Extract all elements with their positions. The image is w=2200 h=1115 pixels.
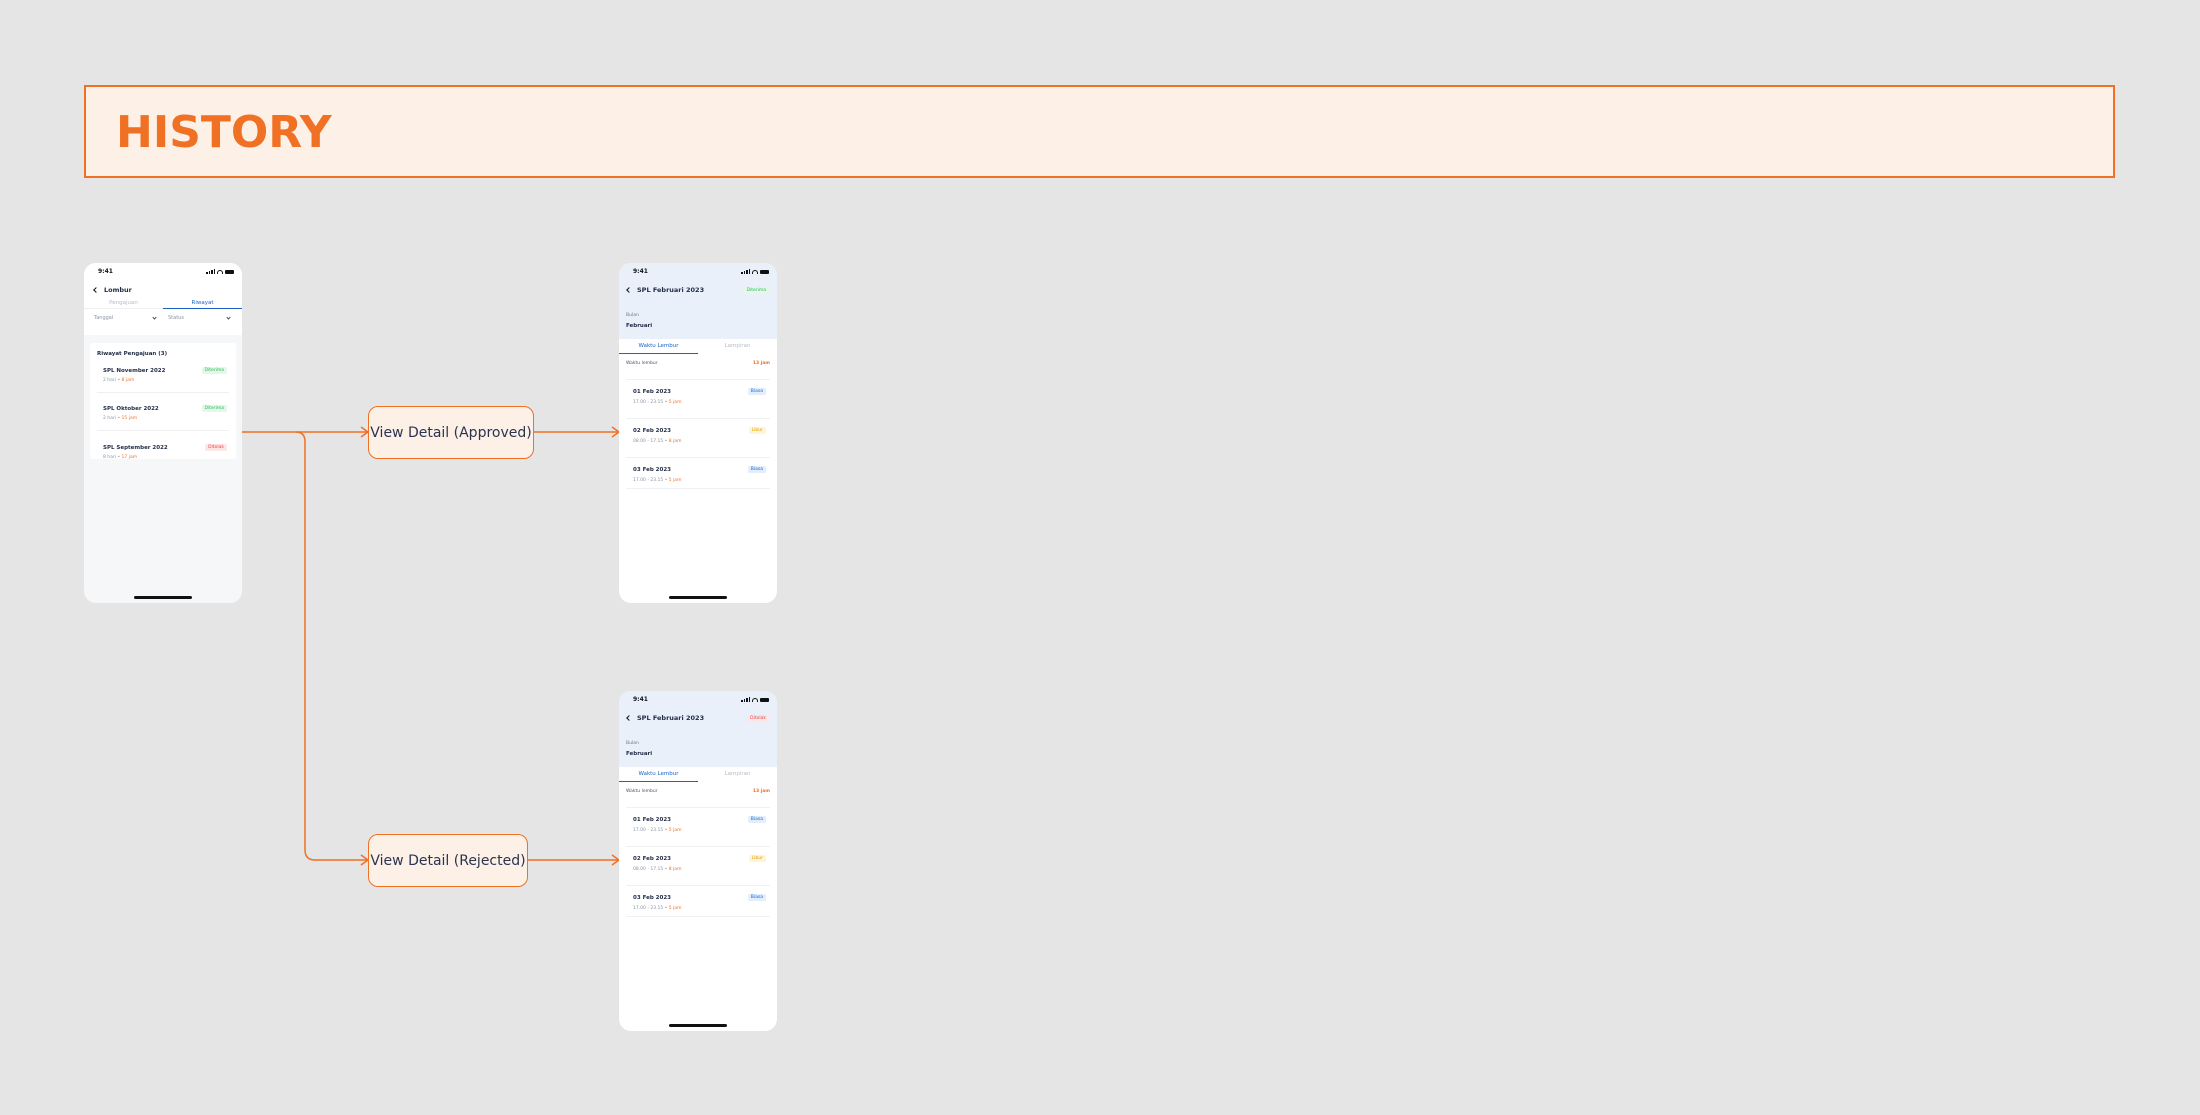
- detail-tabs: Waktu Lembur Lampiran: [619, 767, 777, 782]
- entry-type-badge: Biasa: [747, 466, 766, 473]
- status-badge: Diterima: [201, 405, 227, 412]
- total-overtime-label: Waktu lembur: [626, 789, 658, 794]
- entry-range: 17.00 - 23.15 • 5 jam: [633, 828, 682, 833]
- entry-date: 03 Feb 2023: [633, 895, 671, 901]
- status-time: 9:41: [633, 696, 648, 703]
- connector-list-to-rejected: [295, 431, 368, 861]
- item-name: SPL September 2022: [103, 445, 168, 451]
- overtime-entry[interactable]: 02 Feb 2023 08.00 - 17.15 • 8 jam Libur: [626, 846, 770, 878]
- status-bar: 9:41: [619, 263, 777, 279]
- status-bar: 9:41: [619, 691, 777, 707]
- tab-lampiran[interactable]: Lampiran: [698, 339, 777, 353]
- back-icon[interactable]: [626, 715, 632, 721]
- status-badge: Diterima: [201, 367, 227, 374]
- entry-date: 02 Feb 2023: [633, 856, 671, 862]
- month-label: Bulan: [626, 313, 639, 318]
- back-icon[interactable]: [93, 287, 99, 293]
- month-label: Bulan: [626, 741, 639, 746]
- entry-range: 08.00 - 17.15 • 8 jam: [633, 439, 682, 444]
- home-indicator: [134, 596, 192, 599]
- signal-icon: [741, 269, 750, 274]
- signal-icon: [741, 697, 750, 702]
- entry-type-badge: Biasa: [747, 894, 766, 901]
- detail-rejected-screen: 9:41 SPL Februari 2023 Ditolak Bulan Feb…: [619, 691, 777, 1031]
- home-indicator: [669, 596, 727, 599]
- entry-range: 17.00 - 23.15 • 5 jam: [633, 400, 682, 405]
- month-value: Februari: [626, 323, 653, 329]
- month-value: Februari: [626, 751, 653, 757]
- status-badge: Ditolak: [747, 715, 769, 722]
- overtime-entry[interactable]: 03 Feb 2023 17.00 - 23.15 • 5 jam Biasa: [626, 885, 770, 917]
- date-filter-label: Tanggal: [94, 315, 114, 321]
- item-summary: 2 hari • 15 jam: [103, 416, 138, 421]
- item-name: SPL November 2022: [103, 368, 166, 374]
- entry-type-badge: Biasa: [747, 816, 766, 823]
- filter-row: Tanggal Status: [84, 314, 242, 321]
- entry-date: 02 Feb 2023: [633, 428, 671, 434]
- status-bar: 9:41: [84, 263, 242, 279]
- detail-tabs: Waktu Lembur Lampiran: [619, 339, 777, 354]
- history-list-screen: 9:41 Lombur Pengajuan Riwayat Tanggal St…: [84, 263, 242, 603]
- entry-type-badge: Libur: [748, 855, 766, 862]
- overtime-entry[interactable]: 01 Feb 2023 17.00 - 23.15 • 5 jam Biasa: [626, 807, 770, 839]
- item-summary: 2 hari • 8 jam: [103, 378, 135, 383]
- list-tabs: Pengajuan Riwayat: [84, 299, 242, 309]
- screen-title: Lombur: [104, 286, 132, 294]
- item-name: SPL Oktober 2022: [103, 406, 159, 412]
- date-filter-dropdown[interactable]: Tanggal: [94, 314, 158, 321]
- tab-waktu-lembur[interactable]: Waktu Lembur: [619, 339, 698, 354]
- overtime-entry[interactable]: 02 Feb 2023 08.00 - 17.15 • 8 jam Libur: [626, 418, 770, 450]
- overtime-entry[interactable]: 03 Feb 2023 17.00 - 23.15 • 5 jam Biasa: [626, 457, 770, 489]
- wifi-icon: [752, 269, 758, 274]
- entry-type-badge: Libur: [748, 427, 766, 434]
- status-time: 9:41: [633, 268, 648, 275]
- wifi-icon: [752, 697, 758, 702]
- list-item[interactable]: SPL Oktober 2022 2 hari • 15 jam Diterim…: [97, 399, 229, 431]
- status-filter-label: Status: [168, 315, 184, 321]
- tab-riwayat[interactable]: Riwayat: [163, 299, 242, 309]
- tab-pengajuan[interactable]: Pengajuan: [84, 299, 163, 308]
- detail-title: SPL Februari 2023: [637, 286, 705, 294]
- overtime-entry[interactable]: 01 Feb 2023 17.00 - 23.15 • 5 jam Biasa: [626, 379, 770, 411]
- tab-waktu-lembur[interactable]: Waktu Lembur: [619, 767, 698, 782]
- status-badge: Diterima: [743, 287, 769, 294]
- view-detail-rejected-node[interactable]: View Detail (Rejected): [368, 834, 528, 887]
- entry-date: 03 Feb 2023: [633, 467, 671, 473]
- section-title: Riwayat Pengajuan (3): [97, 351, 168, 357]
- chevron-down-icon: [152, 314, 157, 320]
- chevron-down-icon: [226, 314, 231, 320]
- battery-icon: [760, 697, 769, 702]
- entry-date: 01 Feb 2023: [633, 389, 671, 395]
- entry-range: 17.00 - 23.15 • 5 jam: [633, 906, 682, 911]
- battery-icon: [225, 269, 234, 274]
- detail-title: SPL Februari 2023: [637, 714, 705, 722]
- entry-date: 01 Feb 2023: [633, 817, 671, 823]
- detail-nav-header: SPL Februari 2023: [626, 286, 705, 294]
- battery-icon: [760, 269, 769, 274]
- signal-icon: [206, 269, 215, 274]
- list-nav-header: Lombur: [93, 286, 132, 294]
- list-item[interactable]: SPL November 2022 2 hari • 8 jam Diterim…: [97, 361, 229, 393]
- wifi-icon: [217, 269, 223, 274]
- list-item[interactable]: SPL September 2022 8 hari • 17 jam Ditol…: [97, 438, 229, 470]
- total-overtime-label: Waktu lembur: [626, 361, 658, 366]
- entry-type-badge: Biasa: [747, 388, 766, 395]
- detail-nav-header: SPL Februari 2023: [626, 714, 705, 722]
- total-overtime-value: 13 jam: [752, 361, 770, 366]
- status-badge: Ditolak: [205, 444, 227, 451]
- tab-lampiran[interactable]: Lampiran: [698, 767, 777, 781]
- status-filter-dropdown[interactable]: Status: [168, 314, 232, 321]
- view-detail-approved-node[interactable]: View Detail (Approved): [368, 406, 534, 459]
- total-overtime-value: 13 jam: [752, 789, 770, 794]
- entry-range: 17.00 - 23.15 • 5 jam: [633, 478, 682, 483]
- history-card: Riwayat Pengajuan (3) SPL November 2022 …: [90, 343, 236, 460]
- back-icon[interactable]: [626, 287, 632, 293]
- detail-approved-screen: 9:41 SPL Februari 2023 Diterima Bulan Fe…: [619, 263, 777, 603]
- flow-connectors: [242, 426, 621, 866]
- entry-range: 08.00 - 17.15 • 8 jam: [633, 867, 682, 872]
- status-time: 9:41: [98, 268, 113, 275]
- item-summary: 8 hari • 17 jam: [103, 455, 138, 460]
- home-indicator: [669, 1024, 727, 1027]
